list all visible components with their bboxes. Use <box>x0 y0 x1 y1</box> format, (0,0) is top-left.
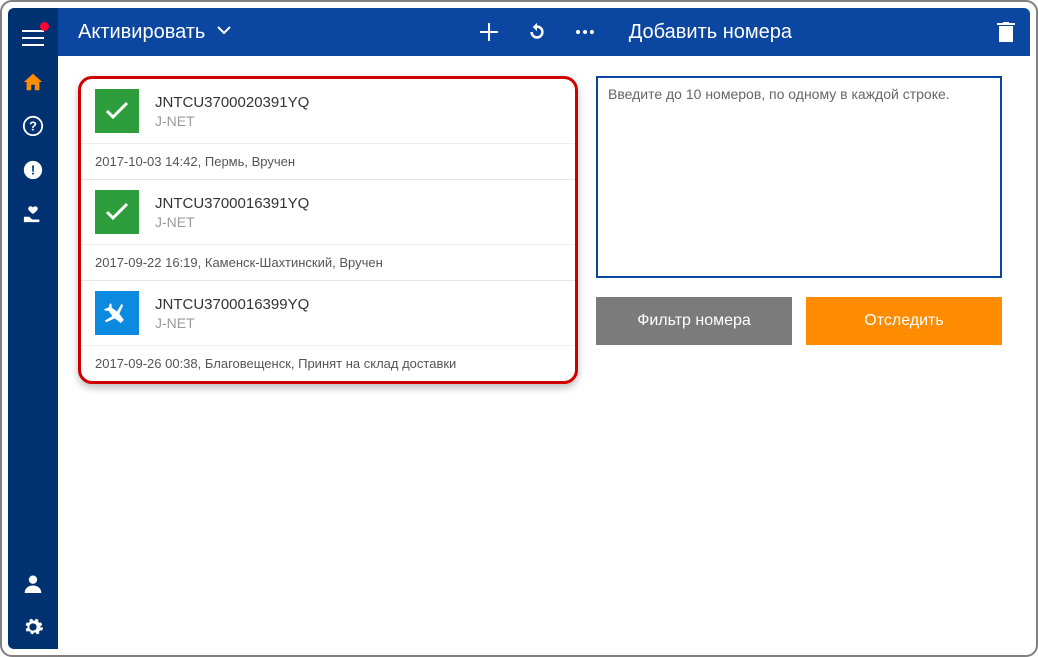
svg-text:?: ? <box>29 119 37 134</box>
settings-button[interactable] <box>8 605 58 649</box>
refresh-button[interactable] <box>513 8 561 56</box>
check-icon <box>105 202 129 222</box>
tracking-carrier: J-NET <box>155 315 309 331</box>
tracking-list: JNTCU3700020391YQ J-NET 2017-10-03 14:42… <box>78 76 578 384</box>
gear-icon <box>22 616 44 638</box>
track-button[interactable]: Отследить <box>806 297 1002 345</box>
tracking-detail: 2017-09-26 00:38, Благовещенск, Принят н… <box>81 346 575 381</box>
plus-icon <box>480 23 498 41</box>
user-button[interactable] <box>8 561 58 605</box>
add-button[interactable] <box>465 8 513 56</box>
trash-icon <box>997 22 1015 42</box>
tracking-number: JNTCU3700016391YQ <box>155 195 309 212</box>
alert-icon: ! <box>22 159 44 181</box>
donate-button[interactable] <box>8 192 58 236</box>
status-transit <box>95 291 139 335</box>
alert-button[interactable]: ! <box>8 148 58 192</box>
sidebar: ? ! <box>8 8 58 649</box>
heart-hand-icon <box>22 204 44 224</box>
tracking-item[interactable]: JNTCU3700020391YQ J-NET 2017-10-03 14:42… <box>81 79 575 180</box>
activate-label: Активировать <box>78 21 205 44</box>
notification-dot <box>40 22 49 31</box>
tracking-item[interactable]: JNTCU3700016399YQ J-NET 2017-09-26 00:38… <box>81 281 575 381</box>
tracking-carrier: J-NET <box>155 214 309 230</box>
user-icon <box>23 573 43 593</box>
tracking-item[interactable]: JNTCU3700016391YQ J-NET 2017-09-22 16:19… <box>81 180 575 281</box>
status-delivered <box>95 89 139 133</box>
help-button[interactable]: ? <box>8 104 58 148</box>
tracking-detail: 2017-09-22 16:19, Каменск-Шахтинский, Вр… <box>81 245 575 280</box>
plane-icon <box>104 300 130 326</box>
tracking-number: JNTCU3700016399YQ <box>155 296 309 313</box>
tracking-detail: 2017-10-03 14:42, Пермь, Вручен <box>81 144 575 179</box>
help-icon: ? <box>22 115 44 137</box>
check-icon <box>105 101 129 121</box>
status-delivered <box>95 190 139 234</box>
activate-dropdown[interactable]: Активировать <box>58 21 231 44</box>
menu-button[interactable] <box>8 16 58 60</box>
tracking-carrier: J-NET <box>155 113 309 129</box>
filter-button[interactable]: Фильтр номера <box>596 297 792 345</box>
svg-text:!: ! <box>31 163 35 178</box>
add-numbers-title: Добавить номера <box>609 21 812 44</box>
home-icon <box>22 71 44 93</box>
tracking-number: JNTCU3700020391YQ <box>155 94 309 111</box>
dots-icon <box>576 30 594 34</box>
home-button[interactable] <box>8 60 58 104</box>
chevron-down-icon <box>217 23 231 41</box>
numbers-input[interactable] <box>596 76 1002 278</box>
topbar: Активировать Добавить номера <box>58 8 1030 56</box>
delete-button[interactable] <box>982 8 1030 56</box>
main: Активировать Добавить номера <box>58 8 1030 649</box>
refresh-icon <box>527 22 547 42</box>
menu-icon <box>22 30 44 46</box>
more-button[interactable] <box>561 8 609 56</box>
